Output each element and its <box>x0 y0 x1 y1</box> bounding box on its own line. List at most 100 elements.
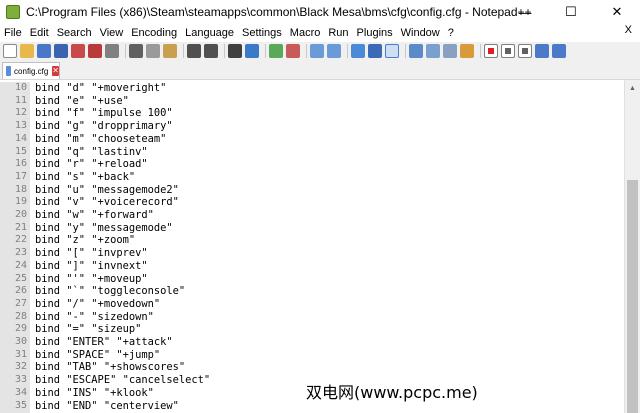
menu-search[interactable]: Search <box>53 27 96 39</box>
code-line[interactable]: 25 bind "'" "+moveup" <box>0 273 624 286</box>
code-line[interactable]: 14 bind "m" "chooseteam" <box>0 133 624 146</box>
line-number: 19 <box>14 196 27 208</box>
code-line[interactable]: 16 bind "r" "+reload" <box>0 158 624 171</box>
code-line[interactable]: 11 bind "e" "+use" <box>0 95 624 108</box>
line-number: 21 <box>14 221 27 233</box>
code-line[interactable]: 29 bind "=" "sizeup" <box>0 323 624 336</box>
menu-help[interactable]: ? <box>444 27 458 39</box>
vertical-scrollbar[interactable]: ▲ <box>624 80 640 413</box>
tab-config-cfg[interactable]: config.cfg ✕ <box>2 62 60 79</box>
sync-horizontal-icon[interactable] <box>327 44 341 58</box>
menu-file[interactable]: File <box>0 27 26 39</box>
menu-view[interactable]: View <box>96 27 128 39</box>
menu-plugins[interactable]: Plugins <box>353 27 397 39</box>
doc-map-icon[interactable] <box>426 44 440 58</box>
menu-edit[interactable]: Edit <box>26 27 53 39</box>
show-all-chars-icon[interactable] <box>368 44 382 58</box>
code-line[interactable]: 27 bind "/" "+movedown" <box>0 298 624 311</box>
function-list-icon[interactable] <box>443 44 457 58</box>
code-line[interactable]: 17 bind "s" "+back" <box>0 171 624 184</box>
menu-encoding[interactable]: Encoding <box>127 27 181 39</box>
code-line[interactable]: 31 bind "SPACE" "+jump" <box>0 349 624 362</box>
save-icon[interactable] <box>37 44 51 58</box>
menu-language[interactable]: Language <box>181 27 238 39</box>
save-macro-icon[interactable] <box>552 44 566 58</box>
folder-workspace-icon[interactable] <box>460 44 474 58</box>
code-line[interactable]: 24 bind "]" "invnext" <box>0 260 624 273</box>
code-line[interactable]: 21 bind "y" "messagemode" <box>0 222 624 235</box>
sync-vertical-icon[interactable] <box>310 44 324 58</box>
line-text: bind "s" "+back" <box>35 170 136 183</box>
scroll-up-arrow-icon[interactable]: ▲ <box>625 80 640 96</box>
code-line[interactable]: 23 bind "[" "invprev" <box>0 247 624 260</box>
code-line[interactable]: 18 bind "u" "messagemode2" <box>0 184 624 197</box>
line-number: 13 <box>14 120 27 132</box>
code-line[interactable]: 32 bind "TAB" "+showscores" <box>0 361 624 374</box>
find-icon[interactable] <box>228 44 242 58</box>
notepad-plus-plus-icon <box>6 5 20 19</box>
code-line[interactable]: 10 bind "d" "+moveright" <box>0 82 624 95</box>
close-window-button[interactable]: ✕ <box>594 0 640 24</box>
line-number: 11 <box>14 94 27 106</box>
line-number: 20 <box>14 209 27 220</box>
zoom-out-icon[interactable] <box>286 44 300 58</box>
stop-record-icon[interactable] <box>501 44 515 58</box>
line-text: bind "=" "sizeup" <box>35 323 142 336</box>
code-line[interactable]: 26 bind "`" "toggleconsole" <box>0 285 624 298</box>
line-number: 29 <box>14 323 27 335</box>
close-icon[interactable] <box>71 44 85 58</box>
redo-icon[interactable] <box>204 44 218 58</box>
window-controls: — ☐ ✕ <box>502 0 640 24</box>
line-text: bind "[" "invprev" <box>35 247 148 260</box>
close-document-button[interactable]: X <box>625 24 632 36</box>
line-number: 26 <box>14 285 27 297</box>
print-icon[interactable] <box>105 44 119 58</box>
maximize-button[interactable]: ☐ <box>548 0 594 24</box>
indent-guide-icon[interactable] <box>385 44 399 58</box>
window-title: C:\Program Files (x86)\Steam\steamapps\c… <box>26 5 532 19</box>
line-number: 23 <box>14 247 27 259</box>
undo-icon[interactable] <box>187 44 201 58</box>
tab-close-icon[interactable]: ✕ <box>52 66 59 76</box>
menu-settings[interactable]: Settings <box>238 27 286 39</box>
code-line[interactable]: 20 bind "w" "+forward" <box>0 209 624 222</box>
new-file-icon[interactable] <box>3 44 17 58</box>
code-line[interactable]: 13 bind "g" "dropprimary" <box>0 120 624 133</box>
run-multiple-icon[interactable] <box>535 44 549 58</box>
open-file-icon[interactable] <box>20 44 34 58</box>
playback-macro-icon[interactable] <box>518 44 532 58</box>
line-text: bind "TAB" "+showscores" <box>35 361 186 374</box>
record-macro-icon[interactable] <box>484 44 498 58</box>
line-text: bind "g" "dropprimary" <box>35 120 173 133</box>
scrollbar-thumb[interactable] <box>627 180 638 413</box>
replace-icon[interactable] <box>245 44 259 58</box>
code-line[interactable]: 22 bind "z" "+zoom" <box>0 234 624 247</box>
line-number: 22 <box>14 234 27 246</box>
zoom-in-icon[interactable] <box>269 44 283 58</box>
cut-icon[interactable] <box>129 44 143 58</box>
line-text: bind "e" "+use" <box>35 94 129 107</box>
editor-area[interactable]: 10 bind "d" "+moveright" 11 bind "e" "+use"… <box>0 82 624 413</box>
line-text: bind "`" "toggleconsole" <box>35 285 186 298</box>
paste-icon[interactable] <box>163 44 177 58</box>
code-line[interactable]: 30 bind "ENTER" "+attack" <box>0 336 624 349</box>
minimize-button[interactable]: — <box>502 0 548 24</box>
user-lang-icon[interactable] <box>409 44 423 58</box>
toolbar-separator <box>347 44 348 58</box>
menu-window[interactable]: Window <box>397 27 444 39</box>
code-line[interactable]: 12 bind "f" "impulse 100" <box>0 107 624 120</box>
code-line[interactable]: 19 bind "v" "+voicerecord" <box>0 196 624 209</box>
menu-run[interactable]: Run <box>324 27 352 39</box>
close-all-icon[interactable] <box>88 44 102 58</box>
line-text: bind "q" "lastinv" <box>35 145 148 158</box>
line-text: bind "w" "+forward" <box>35 209 154 221</box>
line-text: bind "u" "messagemode2" <box>35 183 179 196</box>
tab-bar: config.cfg ✕ <box>0 60 640 80</box>
line-number: 18 <box>14 183 27 195</box>
code-line[interactable]: 28 bind "-" "sizedown" <box>0 311 624 324</box>
copy-icon[interactable] <box>146 44 160 58</box>
menu-macro[interactable]: Macro <box>286 27 325 39</box>
word-wrap-icon[interactable] <box>351 44 365 58</box>
save-all-icon[interactable] <box>54 44 68 58</box>
code-line[interactable]: 15 bind "q" "lastinv" <box>0 146 624 159</box>
